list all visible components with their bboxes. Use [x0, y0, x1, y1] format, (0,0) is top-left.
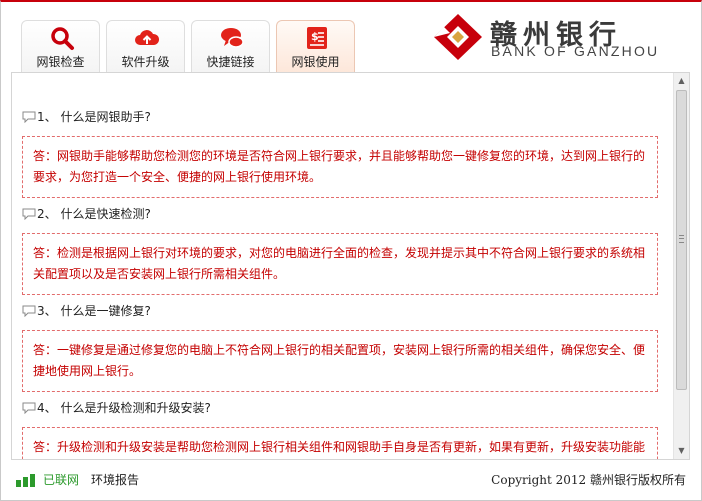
chat-bubble-icon	[221, 28, 244, 48]
tab-banking-usage[interactable]: $ 网银使用	[276, 20, 355, 72]
tab-label: 网银检查	[36, 55, 85, 69]
status-bar: 已联网 环境报告 Copyright 2012 赣州银行版权所有	[0, 462, 702, 500]
faq-answer: 答：网银助手能够帮助您检测您的环境是否符合网上银行要求，并且能够帮助您一键修复您…	[22, 136, 658, 198]
faq-question: 4、 什么是升级检测和升级安装?	[22, 399, 211, 417]
environment-report-link[interactable]: 环境报告	[91, 471, 139, 488]
faq-list: 1、 什么是网银助手? 答：网银助手能够帮助您检测您的环境是否符合网上银行要求，…	[12, 73, 673, 459]
scroll-down-arrow-icon[interactable]: ▼	[674, 443, 689, 459]
connection-status: 已联网	[43, 473, 80, 487]
tab-label: 网银使用	[291, 55, 340, 69]
svg-text:$: $	[311, 30, 319, 43]
faq-answer: 答：升级检测和升级安装是帮助您检测网上银行相关组件和网银助手自身是否有更新，如果…	[22, 427, 658, 459]
faq-question: 1、 什么是网银助手?	[22, 108, 151, 126]
tab-software-upgrade[interactable]: 软件升级	[106, 20, 185, 72]
scroll-up-arrow-icon[interactable]: ▲	[674, 73, 689, 89]
faq-question: 2、 什么是快速检测?	[22, 205, 151, 223]
cloud-upload-icon	[135, 30, 160, 45]
scrollbar-thumb[interactable]	[676, 90, 687, 390]
speech-bubble-icon	[22, 402, 36, 414]
tab-label: 软件升级	[121, 55, 170, 69]
vertical-scrollbar[interactable]: ▲ ▼	[673, 73, 689, 459]
tab-quick-links[interactable]: 快捷链接	[191, 20, 270, 72]
bank-logo-icon	[434, 14, 482, 60]
faq-answer: 答：检测是根据网上银行对环境的要求，对您的电脑进行全面的检查，发现并提示其中不符…	[22, 233, 658, 295]
speech-bubble-icon	[22, 305, 36, 317]
tab-network-check[interactable]: 网银检查	[21, 20, 100, 72]
faq-answer: 答：一键修复是通过修复您的电脑上不符合网上银行的相关配置项，安装网上银行所需的相…	[22, 330, 658, 392]
bank-name-en: BANK OF GANZHOU	[491, 43, 660, 59]
faq-panel: 1、 什么是网银助手? 答：网银助手能够帮助您检测您的环境是否符合网上银行要求，…	[11, 72, 690, 460]
copyright-text: Copyright 2012 赣州银行版权所有	[491, 473, 686, 487]
signal-bars-icon	[16, 474, 38, 487]
speech-bubble-icon	[22, 208, 36, 220]
speech-bubble-icon	[22, 111, 36, 123]
bank-logo: 赣州银行 BANK OF GANZHOU	[430, 10, 692, 64]
grip-icon	[679, 235, 684, 243]
search-icon	[51, 27, 74, 50]
receipt-icon: $	[307, 27, 327, 49]
tab-label: 快捷链接	[206, 55, 255, 69]
faq-question: 3、 什么是一键修复?	[22, 302, 151, 320]
